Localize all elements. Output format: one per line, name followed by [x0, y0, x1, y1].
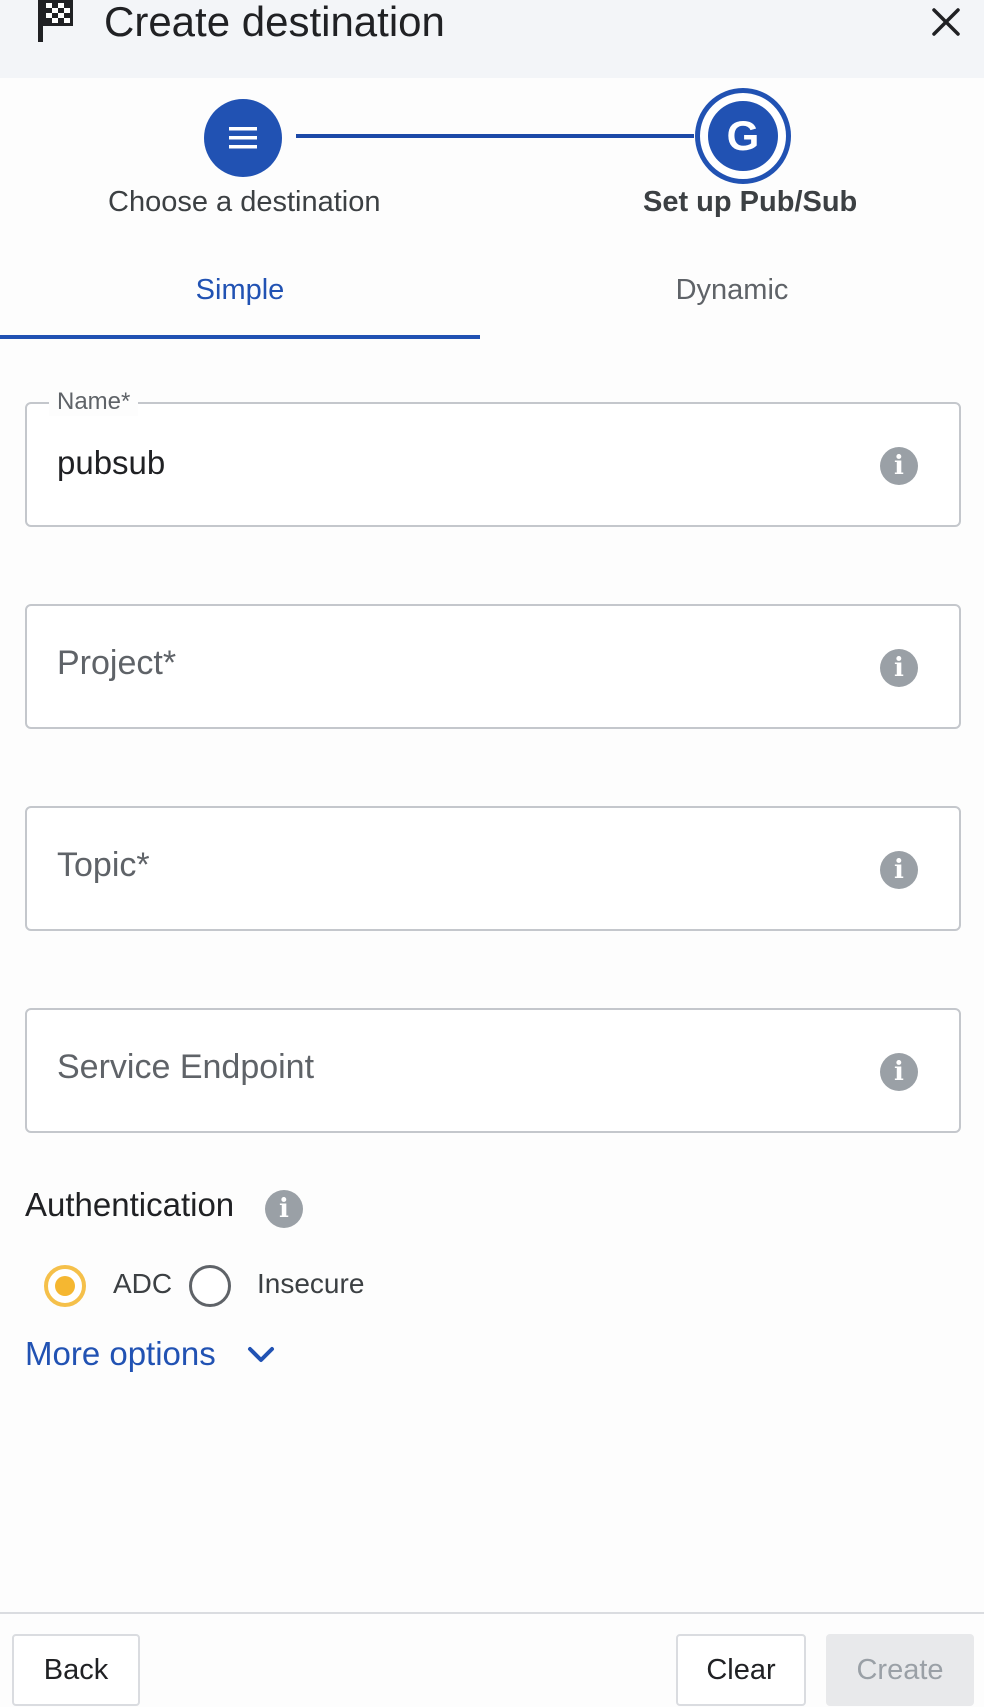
adc-radio-label[interactable]: ADC: [113, 1268, 172, 1300]
authentication-heading: Authentication: [25, 1186, 235, 1223]
info-icon[interactable]: i: [880, 851, 918, 889]
stepper: G Choose a destination Set up Pub/Sub: [0, 78, 984, 238]
step-setup-pubsub-label: Set up Pub/Sub: [643, 186, 858, 218]
step-setup-pubsub[interactable]: G: [695, 88, 791, 184]
adc-radio[interactable]: [44, 1265, 86, 1307]
step-choose-destination-label: Choose a destination: [108, 186, 381, 218]
list-icon: [229, 127, 257, 149]
service-endpoint-field-placeholder: Service Endpoint: [57, 1048, 315, 1086]
tab-dynamic[interactable]: Dynamic: [480, 255, 984, 339]
more-options-link[interactable]: More options: [25, 1335, 216, 1373]
stepper-connector: [296, 134, 694, 138]
footer-divider: [0, 1612, 984, 1614]
insecure-radio-label[interactable]: Insecure: [257, 1268, 364, 1300]
back-button[interactable]: Back: [12, 1634, 140, 1706]
info-icon[interactable]: i: [880, 1053, 918, 1091]
tab-simple[interactable]: Simple: [0, 255, 480, 339]
project-field[interactable]: Project* i: [25, 604, 961, 729]
name-field[interactable]: Name* pubsub i: [25, 388, 961, 527]
name-field-label: Name*: [49, 388, 139, 416]
checkered-flag-icon: [38, 0, 73, 42]
topic-field[interactable]: Topic* i: [25, 806, 961, 931]
clear-button[interactable]: Clear: [676, 1634, 806, 1706]
close-icon[interactable]: [926, 2, 966, 42]
dialog-title: Create destination: [104, 0, 445, 45]
insecure-radio[interactable]: [189, 1265, 231, 1307]
service-endpoint-field[interactable]: Service Endpoint i: [25, 1008, 961, 1133]
project-field-placeholder: Project*: [57, 644, 177, 682]
info-icon[interactable]: i: [880, 649, 918, 687]
google-g-icon: G: [708, 101, 778, 171]
create-button[interactable]: Create: [826, 1634, 974, 1706]
topic-field-placeholder: Topic*: [57, 846, 150, 884]
mode-tabs: Simple Dynamic: [0, 255, 984, 339]
radio-selected-dot: [55, 1276, 75, 1296]
chevron-down-icon[interactable]: [246, 1345, 276, 1365]
step-choose-destination[interactable]: [204, 99, 282, 177]
info-icon[interactable]: i: [880, 447, 918, 485]
name-field-value[interactable]: pubsub: [57, 444, 165, 482]
authentication-info-icon[interactable]: i: [265, 1190, 303, 1228]
dialog-header: Create destination: [0, 0, 984, 78]
